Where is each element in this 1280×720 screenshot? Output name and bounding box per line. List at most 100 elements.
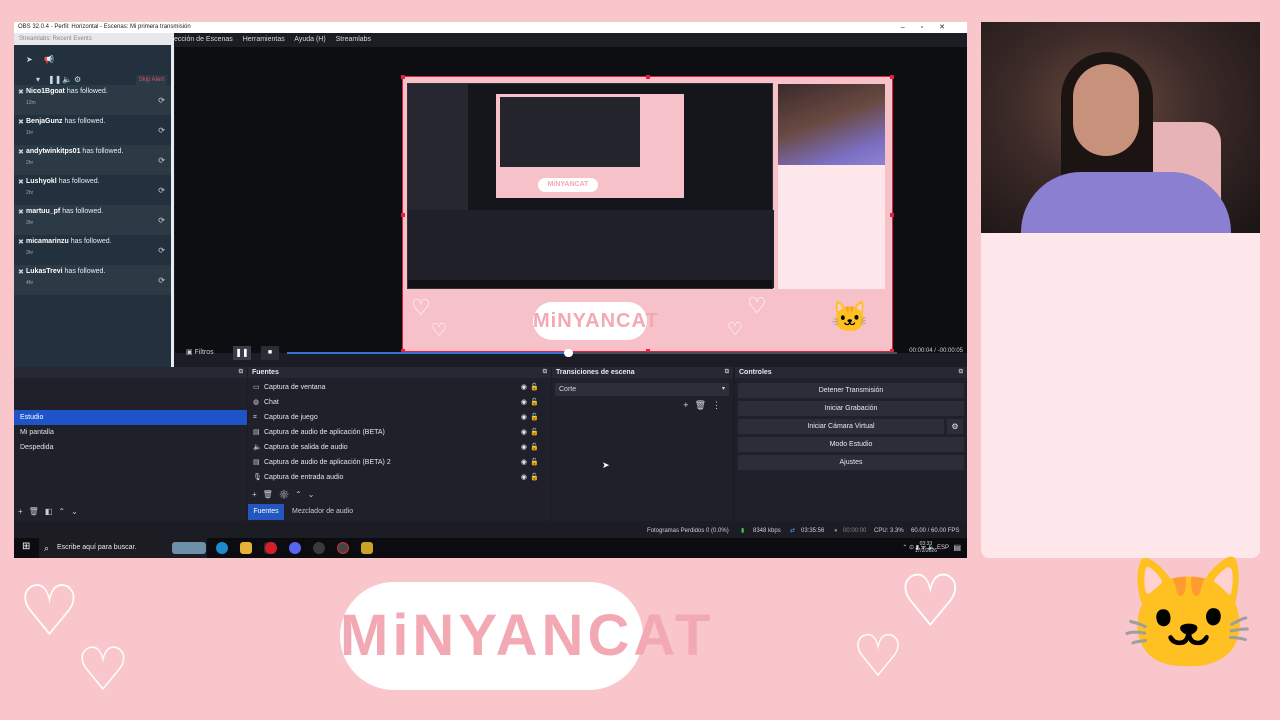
opera-icon[interactable] bbox=[265, 542, 277, 554]
megaphone-icon[interactable]: 📢 bbox=[44, 55, 54, 64]
resize-handle[interactable] bbox=[401, 213, 405, 217]
pause-button[interactable]: ❚❚ bbox=[233, 346, 251, 360]
tab-sources[interactable]: Fuentes bbox=[248, 504, 284, 520]
resize-handle[interactable] bbox=[890, 75, 894, 79]
settings-button[interactable]: Ajustes bbox=[738, 455, 964, 470]
transition-select[interactable]: Corte ▾ bbox=[555, 383, 729, 396]
gear-icon: ⚙ bbox=[951, 422, 959, 431]
add-icon[interactable]: + bbox=[683, 400, 694, 410]
scene-item[interactable]: Estudio bbox=[14, 410, 247, 425]
stop-stream-button[interactable]: Detener Transmisión bbox=[738, 383, 964, 398]
sources-dock: Fuentes ⧉ ▭ Captura de ventana ◉ 🔓 ◍ Chat ◉ 🔓 ⌗… bbox=[248, 367, 551, 521]
chevron-up-icon[interactable]: ⌃ bbox=[58, 507, 71, 516]
lock-icon[interactable]: 🔓 bbox=[530, 425, 539, 440]
preview-area[interactable]: MiNYANCAT MiNYANCAT ♡ ♡ ♡ ♡ 🐱 bbox=[175, 47, 967, 353]
filters-button[interactable]: ▣ Filtros bbox=[186, 348, 214, 356]
replay-icon[interactable]: ⟳ bbox=[158, 216, 165, 225]
stop-button[interactable]: ■ bbox=[261, 346, 279, 360]
close-icon[interactable]: ✕ bbox=[939, 24, 961, 31]
virtual-camera-button[interactable]: Iniciar Cámara Virtual bbox=[738, 419, 944, 434]
dock-float-icon[interactable]: ⧉ bbox=[725, 367, 729, 378]
source-item[interactable]: ▤ Captura de audio de aplicación (BETA) ◉ 🔓 bbox=[248, 425, 551, 440]
discord-icon[interactable] bbox=[289, 542, 301, 554]
seek-handle[interactable] bbox=[564, 349, 573, 357]
studio-mode-button[interactable]: Modo Estudio bbox=[738, 437, 964, 452]
lock-icon[interactable]: 🔓 bbox=[530, 410, 539, 425]
source-item[interactable]: 🎙 Captura de entrada audio ◉ 🔓 bbox=[248, 470, 551, 485]
lock-icon[interactable]: 🔓 bbox=[530, 470, 539, 485]
settings-icon[interactable]: ⚙ bbox=[74, 75, 81, 84]
resize-handle[interactable] bbox=[890, 213, 894, 217]
source-item[interactable]: ▤ Captura de audio de aplicación (BETA) 2… bbox=[248, 455, 551, 470]
file-explorer-icon[interactable] bbox=[240, 542, 252, 554]
replay-icon[interactable]: ⟳ bbox=[158, 276, 165, 285]
gear-icon[interactable]: ⚙ bbox=[279, 490, 295, 499]
minimize-icon[interactable]: – bbox=[901, 24, 921, 31]
menu-tools[interactable]: Herramientas bbox=[243, 36, 285, 43]
notification-icon[interactable]: ▤ bbox=[953, 543, 961, 552]
filter-icon[interactable]: ▾ bbox=[36, 75, 40, 84]
dock-float-icon[interactable]: ⧉ bbox=[959, 367, 963, 378]
visibility-icon[interactable]: ◉ bbox=[521, 410, 527, 425]
skip-alert-button[interactable]: Skip Alert bbox=[135, 75, 167, 85]
more-icon[interactable]: ⋮ bbox=[712, 400, 727, 410]
edge-icon[interactable] bbox=[216, 542, 228, 554]
replay-icon[interactable]: ⟳ bbox=[158, 96, 165, 105]
scene-item[interactable]: Mi pantalla bbox=[14, 425, 247, 440]
visibility-icon[interactable]: ◉ bbox=[521, 440, 527, 455]
filter-icon[interactable]: ◧ bbox=[45, 507, 59, 516]
taskbar-clock[interactable]: 03:33 17/2/2026 bbox=[915, 541, 937, 555]
menu-help[interactable]: Ayuda (H) bbox=[294, 36, 325, 43]
window-controls[interactable]: –▫✕ bbox=[901, 22, 961, 33]
tab-audio-mixer[interactable]: Mezclador de audio bbox=[292, 504, 353, 520]
resize-handle[interactable] bbox=[401, 75, 405, 79]
virtual-camera-settings-button[interactable]: ⚙ bbox=[947, 419, 963, 434]
replay-icon[interactable]: ⟳ bbox=[158, 246, 165, 255]
visibility-icon[interactable]: ◉ bbox=[521, 455, 527, 470]
chevron-up-icon[interactable]: ⌃ bbox=[295, 490, 308, 499]
replay-icon[interactable]: ⟳ bbox=[158, 186, 165, 195]
lock-icon[interactable]: 🔓 bbox=[530, 380, 539, 395]
scene-canvas[interactable]: MiNYANCAT MiNYANCAT ♡ ♡ ♡ ♡ 🐱 bbox=[401, 75, 894, 353]
lock-icon[interactable]: 🔓 bbox=[530, 395, 539, 410]
replay-icon[interactable]: ⟳ bbox=[158, 126, 165, 135]
visibility-icon[interactable]: ◉ bbox=[521, 425, 527, 440]
send-icon[interactable]: ➤ bbox=[26, 55, 33, 64]
visibility-icon[interactable]: ◉ bbox=[521, 470, 527, 485]
seek-bar-remaining[interactable] bbox=[568, 352, 897, 354]
dock-float-icon[interactable]: ⧉ bbox=[239, 367, 243, 378]
alert-time: 3hr bbox=[26, 220, 34, 226]
trash-icon[interactable]: 🗑 bbox=[695, 400, 712, 410]
maximize-icon[interactable]: ▫ bbox=[921, 24, 939, 31]
scene-item[interactable]: Despedida bbox=[14, 440, 247, 455]
lock-icon[interactable]: 🔓 bbox=[530, 455, 539, 470]
replay-icon[interactable]: ⟳ bbox=[158, 156, 165, 165]
volume-icon[interactable]: 🔈 bbox=[62, 75, 72, 84]
menu-streamlabs[interactable]: Streamlabs bbox=[336, 36, 371, 43]
chevron-down-icon[interactable]: ⌄ bbox=[71, 507, 84, 516]
obs-taskbar-icon[interactable] bbox=[313, 542, 325, 554]
start-recording-button[interactable]: Iniciar Grabación bbox=[738, 401, 964, 416]
seek-bar-progress[interactable] bbox=[287, 352, 568, 354]
lock-icon[interactable]: 🔓 bbox=[530, 440, 539, 455]
resize-handle[interactable] bbox=[646, 75, 650, 79]
source-item[interactable]: 🔈 Captura de salida de audio ◉ 🔓 bbox=[248, 440, 551, 455]
source-item[interactable]: ⌗ Captura de juego ◉ 🔓 bbox=[248, 410, 551, 425]
windows-start-icon[interactable]: ⊞ bbox=[22, 541, 30, 552]
app-audio-icon: ▤ bbox=[253, 429, 260, 436]
visibility-icon[interactable]: ◉ bbox=[521, 380, 527, 395]
source-item[interactable]: ▭ Captura de ventana ◉ 🔓 bbox=[248, 380, 551, 395]
source-item[interactable]: ◍ Chat ◉ 🔓 bbox=[248, 395, 551, 410]
chevron-down-icon[interactable]: ⌄ bbox=[308, 490, 321, 499]
add-icon[interactable]: + bbox=[252, 490, 263, 499]
obs-active-icon[interactable] bbox=[337, 542, 349, 554]
dock-float-icon[interactable]: ⧉ bbox=[543, 367, 547, 378]
league-icon[interactable] bbox=[361, 542, 373, 554]
visibility-icon[interactable]: ◉ bbox=[521, 395, 527, 410]
pause-icon[interactable]: ❚❚ bbox=[48, 75, 61, 84]
add-icon[interactable]: + bbox=[18, 507, 29, 516]
search-placeholder: Escribe aquí para buscar. bbox=[57, 544, 137, 551]
trash-icon[interactable]: 🗑 bbox=[29, 507, 45, 516]
trash-icon[interactable]: 🗑 bbox=[263, 490, 279, 499]
menu-scene-collection[interactable]: ección de Escenas bbox=[174, 36, 233, 43]
